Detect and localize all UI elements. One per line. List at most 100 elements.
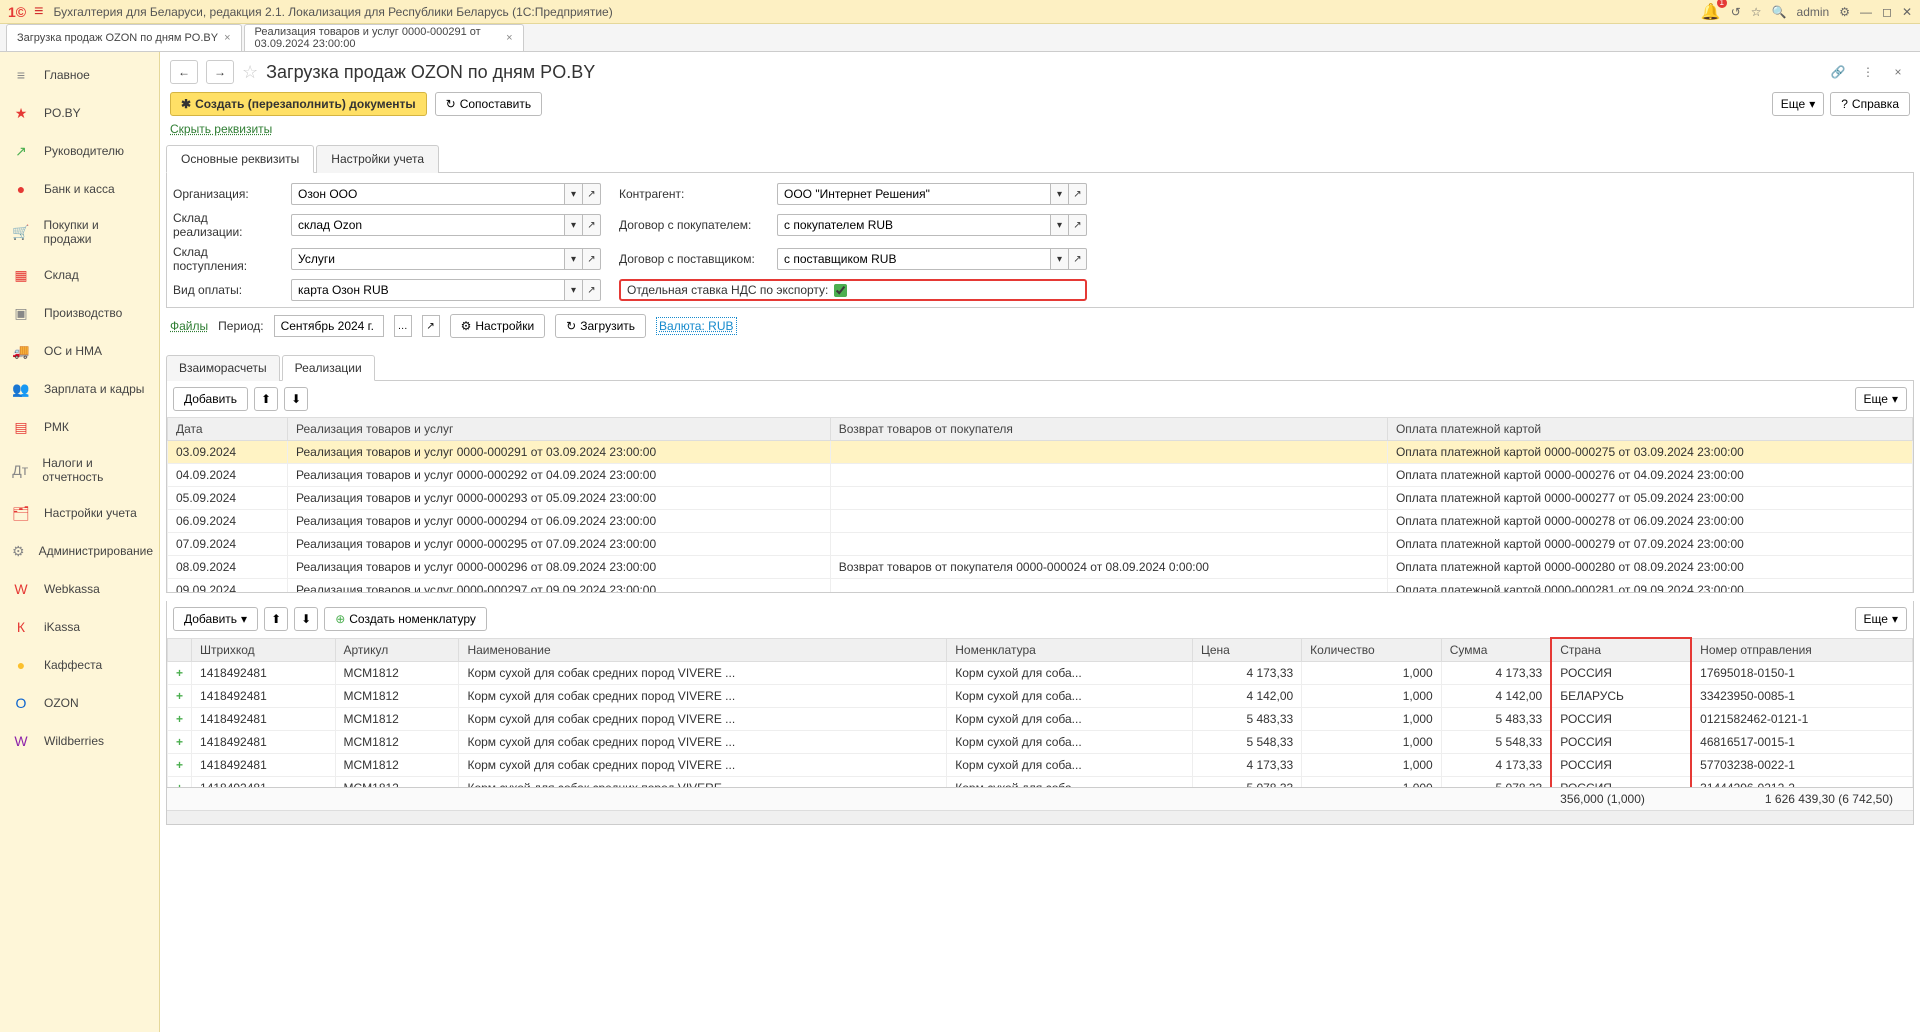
table-row[interactable]: 03.09.2024Реализация товаров и услуг 000…	[168, 441, 1913, 464]
table-row[interactable]: +1418492481MCM1812Корм сухой для собак с…	[168, 777, 1913, 788]
sidebar-item[interactable]: ≡Главное	[0, 56, 159, 94]
wh-in-input[interactable]: ▾↗	[291, 248, 601, 270]
settings-button[interactable]: ⚙ Настройки	[450, 314, 546, 338]
open-icon[interactable]: ↗	[583, 214, 601, 236]
col-header[interactable]: Сумма	[1441, 638, 1551, 662]
table-row[interactable]: 06.09.2024Реализация товаров и услуг 000…	[168, 510, 1913, 533]
more-button[interactable]: Еще ▾	[1772, 92, 1824, 116]
col-header[interactable]	[168, 638, 192, 662]
history-icon[interactable]: ↺	[1731, 5, 1741, 19]
create-button[interactable]: ✱ Создать (перезаполнить) документы	[170, 92, 427, 116]
sidebar-item[interactable]: ДтНалоги и отчетность	[0, 446, 159, 494]
col-header[interactable]: Номер отправления	[1691, 638, 1912, 662]
col-header[interactable]: Штрихкод	[192, 638, 335, 662]
col-header[interactable]: Возврат товаров от покупателя	[830, 418, 1387, 441]
sidebar-item[interactable]: ▦Склад	[0, 256, 159, 294]
wh-out-input[interactable]: ▾↗	[291, 214, 601, 236]
contract-cust-input[interactable]: ▾↗	[777, 214, 1087, 236]
col-header[interactable]: Реализация товаров и услуг	[288, 418, 831, 441]
table-row[interactable]: +1418492481MCM1812Корм сухой для собак с…	[168, 731, 1913, 754]
tab-main-details[interactable]: Основные реквизиты	[166, 145, 314, 173]
move-up-button[interactable]: ⬆	[254, 387, 278, 411]
vat-checkbox[interactable]	[834, 284, 847, 297]
currency-link[interactable]: Валюта: RUB	[656, 317, 736, 335]
add-button[interactable]: Добавить	[173, 387, 248, 411]
table-row[interactable]: +1418492481MCM1812Корм сухой для собак с…	[168, 662, 1913, 685]
settings-icon[interactable]: ⚙	[1839, 5, 1850, 19]
table-row[interactable]: +1418492481MCM1812Корм сухой для собак с…	[168, 708, 1913, 731]
add-button[interactable]: Добавить ▾	[173, 607, 258, 631]
close-icon[interactable]: ×	[224, 32, 230, 44]
back-button[interactable]: ←	[170, 60, 198, 84]
sidebar-item[interactable]: 🗂Настройки учета	[0, 494, 159, 532]
col-header[interactable]: Номенклатура	[947, 638, 1193, 662]
link-icon[interactable]: 🔗	[1826, 61, 1850, 83]
move-up-button[interactable]: ⬆	[264, 607, 288, 631]
col-header[interactable]: Страна	[1551, 638, 1691, 662]
sidebar-item[interactable]: WWildberries	[0, 722, 159, 760]
bell-icon[interactable]: 🔔	[1701, 2, 1721, 22]
chevron-down-icon[interactable]: ▾	[565, 214, 583, 236]
files-link[interactable]: Файлы	[170, 319, 208, 333]
sidebar-item[interactable]: ●Каффеста	[0, 646, 159, 684]
close-icon[interactable]: ×	[1886, 61, 1910, 83]
table-row[interactable]: 07.09.2024Реализация товаров и услуг 000…	[168, 533, 1913, 556]
move-down-button[interactable]: ⬇	[284, 387, 308, 411]
chevron-down-icon[interactable]: ▾	[565, 248, 583, 270]
table-row[interactable]: +1418492481MCM1812Корм сухой для собак с…	[168, 754, 1913, 777]
sidebar-item[interactable]: WWebkassa	[0, 570, 159, 608]
more-icon[interactable]: ⋮	[1856, 61, 1880, 83]
table-row[interactable]: 08.09.2024Реализация товаров и услуг 000…	[168, 556, 1913, 579]
tab-account-settings[interactable]: Настройки учета	[316, 145, 439, 173]
table-row[interactable]: +1418492481MCM1812Корм сухой для собак с…	[168, 685, 1913, 708]
sidebar-item[interactable]: ↗Руководителю	[0, 132, 159, 170]
col-header[interactable]: Наименование	[459, 638, 947, 662]
close-icon[interactable]: ×	[506, 32, 512, 44]
chevron-down-icon[interactable]: ▾	[565, 183, 583, 205]
sidebar-item[interactable]: ⚙Администрирование	[0, 532, 159, 570]
pay-input[interactable]: ▾↗	[291, 279, 601, 301]
horizontal-scrollbar[interactable]	[167, 810, 1913, 824]
help-button[interactable]: ? Справка	[1830, 92, 1910, 116]
sidebar-item[interactable]: 🚚ОС и НМА	[0, 332, 159, 370]
sidebar-item[interactable]: ▣Производство	[0, 294, 159, 332]
contract-supp-input[interactable]: ▾↗	[777, 248, 1087, 270]
compare-button[interactable]: ↻ Сопоставить	[435, 92, 542, 116]
period-input[interactable]	[274, 315, 384, 337]
col-header[interactable]: Цена	[1193, 638, 1302, 662]
hamburger-icon[interactable]: ≡	[34, 3, 43, 21]
load-button[interactable]: ↻ Загрузить	[555, 314, 646, 338]
star-icon[interactable]: ☆	[1751, 5, 1762, 19]
move-down-button[interactable]: ⬇	[294, 607, 318, 631]
chevron-down-icon[interactable]: ▾	[565, 279, 583, 301]
sidebar-item[interactable]: ОOZON	[0, 684, 159, 722]
chevron-down-icon[interactable]: ▾	[1051, 214, 1069, 236]
table-row[interactable]: 09.09.2024Реализация товаров и услуг 000…	[168, 579, 1913, 593]
open-icon[interactable]: ↗	[583, 183, 601, 205]
sidebar-item[interactable]: ★PO.BY	[0, 94, 159, 132]
chevron-down-icon[interactable]: ▾	[1051, 183, 1069, 205]
col-header[interactable]: Артикул	[335, 638, 459, 662]
sidebar-item[interactable]: КiKassa	[0, 608, 159, 646]
sidebar-item[interactable]: 🛒Покупки и продажи	[0, 208, 159, 256]
tab-realization[interactable]: Реализация товаров и услуг 0000-000291 о…	[244, 24, 524, 51]
more-button[interactable]: Еще ▾	[1855, 607, 1907, 631]
open-icon[interactable]: ↗	[1069, 183, 1087, 205]
col-header[interactable]: Оплата платежной картой	[1387, 418, 1912, 441]
sidebar-item[interactable]: ●Банк и касса	[0, 170, 159, 208]
favorite-icon[interactable]: ☆	[242, 62, 258, 83]
open-icon[interactable]: ↗	[583, 248, 601, 270]
table-row[interactable]: 04.09.2024Реализация товаров и услуг 000…	[168, 464, 1913, 487]
open-icon[interactable]: ↗	[583, 279, 601, 301]
tab-loading[interactable]: Загрузка продаж OZON по дням PO.BY×	[6, 24, 242, 51]
create-nomenclature-button[interactable]: ⊕ Создать номенклатуру	[324, 607, 487, 631]
table-row[interactable]: 05.09.2024Реализация товаров и услуг 000…	[168, 487, 1913, 510]
col-header[interactable]: Количество	[1302, 638, 1442, 662]
open-icon[interactable]: ↗	[1069, 248, 1087, 270]
counter-input[interactable]: ▾↗	[777, 183, 1087, 205]
period-clear[interactable]: …	[394, 315, 412, 337]
more-button[interactable]: Еще ▾	[1855, 387, 1907, 411]
search-icon[interactable]: 🔍	[1772, 5, 1787, 19]
sidebar-item[interactable]: ▤РМК	[0, 408, 159, 446]
hide-details-link[interactable]: Скрыть реквизиты	[170, 122, 272, 136]
